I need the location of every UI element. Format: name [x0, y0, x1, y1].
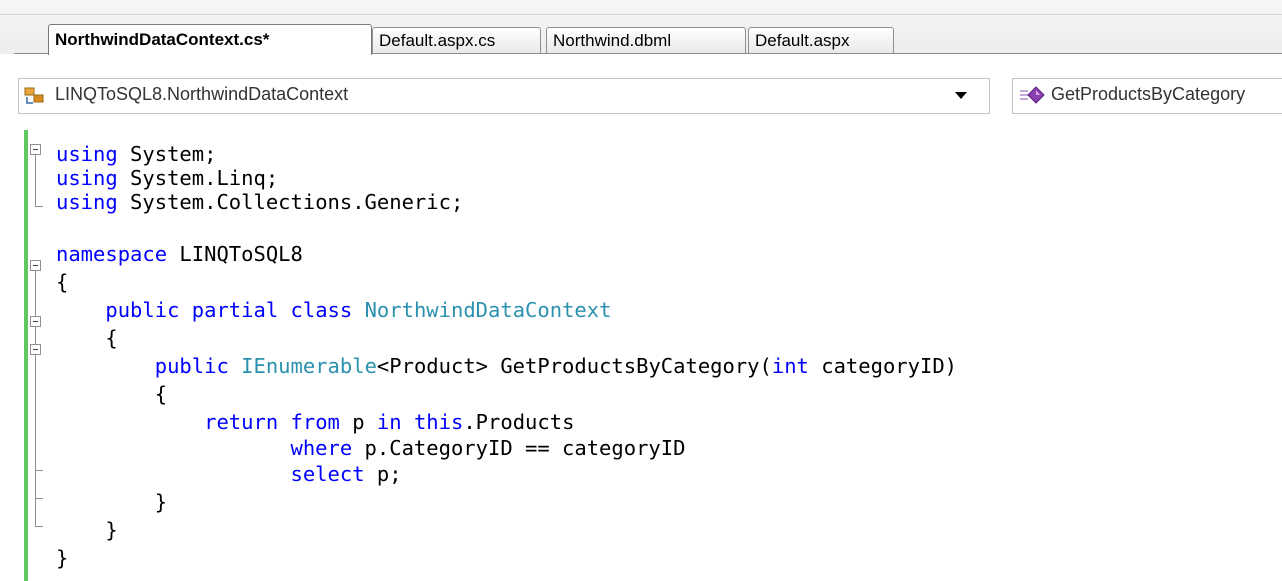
- chevron-down-icon[interactable]: [955, 92, 967, 99]
- code-text: System.Linq;: [117, 166, 279, 190]
- code-text: System;: [117, 142, 217, 166]
- tab-northwind-dbml[interactable]: Northwind.dbml: [546, 27, 746, 53]
- code-line: public partial class NorthwindDataContex…: [56, 296, 611, 324]
- code-text: }: [154, 490, 168, 514]
- code-line: }: [56, 488, 167, 516]
- tab-default-aspx[interactable]: Default.aspx: [748, 27, 894, 53]
- member-dropdown-value: GetProductsByCategory: [1051, 84, 1246, 104]
- code-type: IEnumerable: [241, 354, 377, 378]
- type-dropdown[interactable]: LINQToSQL8.NorthwindDataContext: [18, 78, 990, 114]
- code-keyword: using: [56, 166, 118, 190]
- outline-guide: [35, 526, 43, 527]
- code-keyword: partial: [191, 298, 279, 322]
- code-keyword: this: [413, 410, 464, 434]
- code-text: System.Collections.Generic;: [117, 190, 464, 214]
- code-line: {: [56, 268, 68, 296]
- tab-default-aspx-cs[interactable]: Default.aspx.cs: [372, 27, 541, 53]
- outline-guide: [35, 206, 43, 207]
- code-line: {: [56, 324, 118, 352]
- outline-guide: [35, 470, 43, 471]
- class-icon: [24, 87, 44, 104]
- code-keyword: select: [290, 462, 365, 486]
- outline-guide: [35, 498, 43, 499]
- code-line: public IEnumerable<Product> GetProductsB…: [56, 352, 957, 380]
- code-text: {: [56, 270, 69, 294]
- code-keyword: from: [290, 410, 340, 434]
- code-line: using System.Collections.Generic;: [56, 188, 463, 216]
- outline-guide: [35, 271, 36, 526]
- tab-northwind-data-context-cs[interactable]: NorthwindDataContext.cs*: [48, 24, 372, 55]
- code-line: where p.CategoryID == categoryID: [56, 434, 686, 462]
- code-keyword: in: [376, 410, 402, 434]
- code-text: p: [339, 410, 377, 434]
- code-keyword: where: [290, 436, 353, 460]
- code-line: {: [56, 380, 167, 408]
- type-dropdown-value: LINQToSQL8.NorthwindDataContext: [55, 84, 349, 104]
- navigation-bar: LINQToSQL8.NorthwindDataContext GetProdu…: [14, 64, 1282, 126]
- code-type: NorthwindDataContext: [364, 298, 612, 322]
- document-tab-strip: NorthwindDataContext.cs* Default.aspx.cs…: [0, 0, 1282, 55]
- outline-guide: [35, 155, 36, 206]
- collapse-icon[interactable]: [30, 144, 41, 155]
- code-text: {: [154, 382, 168, 406]
- tab-strip-divider: [0, 14, 1282, 15]
- code-keyword: public: [105, 298, 180, 322]
- code-text: p;: [364, 462, 402, 486]
- collapse-icon[interactable]: [30, 316, 41, 327]
- code-keyword: return: [204, 410, 279, 434]
- code-keyword: using: [56, 142, 118, 166]
- code-text: <Product> GetProductsByCategory(: [376, 354, 772, 378]
- code-keyword: namespace: [56, 242, 168, 266]
- collapse-icon[interactable]: [30, 344, 41, 355]
- code-text: }: [56, 546, 69, 570]
- code-text: .Products: [463, 410, 575, 434]
- code-line: }: [56, 544, 68, 572]
- code-text: {: [105, 326, 118, 350]
- code-line: }: [56, 516, 118, 544]
- member-dropdown[interactable]: GetProductsByCategory: [1012, 78, 1282, 114]
- code-keyword: public: [154, 354, 229, 378]
- code-editor[interactable]: using System; using System.Linq; using S…: [0, 126, 1282, 581]
- code-text: LINQToSQL8: [167, 242, 303, 266]
- code-line: return from p in this.Products: [56, 408, 574, 436]
- code-keyword: int: [771, 354, 809, 378]
- code-keyword: class: [290, 298, 353, 322]
- method-icon: [1020, 86, 1045, 104]
- code-line: namespace LINQToSQL8: [56, 240, 303, 268]
- code-text: categoryID): [808, 354, 958, 378]
- change-tracking-bar: [24, 148, 28, 581]
- code-text: }: [105, 518, 118, 542]
- code-keyword: using: [56, 190, 118, 214]
- code-text: p.CategoryID == categoryID: [352, 436, 686, 460]
- code-line: select p;: [56, 460, 402, 488]
- collapse-icon[interactable]: [30, 260, 41, 271]
